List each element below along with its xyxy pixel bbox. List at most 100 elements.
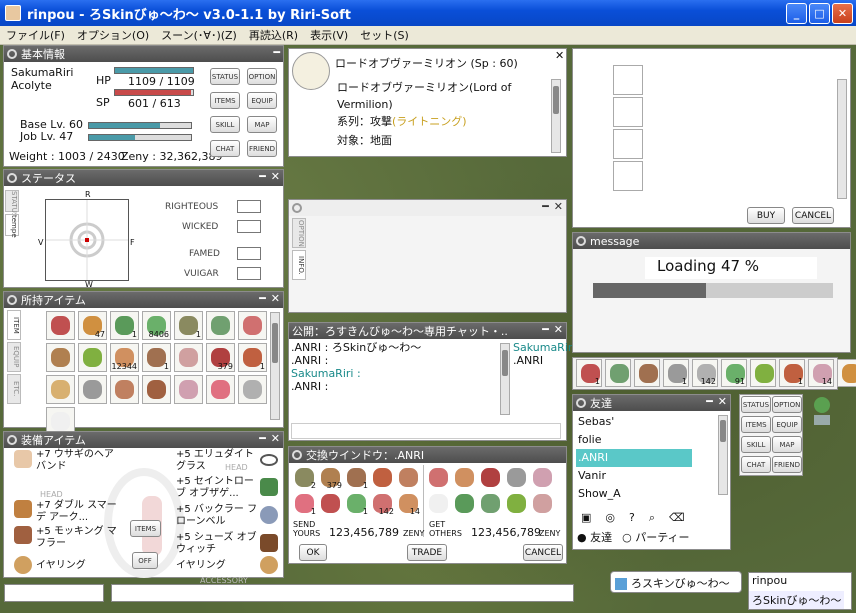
hotkey-slot[interactable] (634, 359, 660, 387)
close-icon[interactable]: ✕ (718, 395, 727, 408)
mini-skill-button[interactable]: SKILL (741, 436, 771, 453)
trade-ok-button[interactable]: OK (299, 544, 327, 561)
trade-slot[interactable] (531, 492, 555, 516)
skill-button[interactable]: SKILL (210, 116, 240, 133)
minimize-icon[interactable]: ━ (542, 200, 549, 213)
search-icon[interactable]: ⌕ (649, 511, 655, 525)
close-icon[interactable]: ✕ (271, 292, 280, 305)
trade-slot[interactable]: 1 (293, 492, 317, 516)
radio-friends[interactable]: ● 友達 (577, 529, 612, 545)
menu-reload[interactable]: 再読込(R) (243, 27, 304, 43)
inventory-slot[interactable]: 1 (174, 311, 203, 340)
friend-item[interactable]: Show_A (576, 485, 716, 503)
whisper-icon[interactable]: ▣ (581, 511, 591, 525)
gear-icon[interactable] (7, 295, 17, 305)
hotkey-slot[interactable]: 1 (663, 359, 689, 387)
friend-item[interactable]: Vanir (576, 467, 716, 485)
shop-slot[interactable] (613, 65, 643, 95)
buy-button[interactable]: BUY (747, 207, 785, 224)
equip-accessory-right[interactable]: イヤリング (176, 560, 226, 572)
delete-icon[interactable]: ⌫ (669, 511, 685, 525)
trade-slot[interactable] (531, 466, 555, 490)
chat-member[interactable]: .ANRI (513, 354, 575, 367)
close-icon[interactable]: ✕ (271, 432, 280, 445)
equipment-header[interactable]: 装備アイテム ━ ✕ (4, 432, 283, 448)
equip-armor[interactable]: +5 セイントローブ オブザゲ... (176, 476, 258, 500)
trade-slot[interactable] (453, 492, 477, 516)
friends-header[interactable]: 友達 ━ ✕ (573, 395, 730, 411)
radio-party[interactable]: ○ パーティー (622, 529, 689, 545)
menu-soon[interactable]: スーン(･∀･)(Z) (155, 27, 243, 43)
equip-weapon[interactable]: +7 ダブル スマーデ アーク... (36, 500, 126, 524)
trade-slot[interactable] (453, 466, 477, 490)
gear-icon[interactable] (7, 49, 17, 59)
minimize-icon[interactable]: ━ (706, 395, 713, 408)
mini-friend-button[interactable]: FRIEND (772, 456, 802, 473)
status-button[interactable]: STATUS (210, 68, 240, 85)
inventory-slot[interactable]: 379 (206, 343, 235, 372)
chat-member[interactable]: SakumaRiri (513, 341, 575, 354)
gear-icon[interactable] (7, 173, 17, 183)
hotkey-slot[interactable] (837, 359, 856, 387)
mini-chat-button[interactable]: CHAT (741, 456, 771, 473)
menu-view[interactable]: 表示(V) (304, 27, 354, 43)
mini-status-button[interactable]: STATUS (741, 396, 771, 413)
inventory-slot[interactable] (174, 343, 203, 372)
chat-scrollbar[interactable] (500, 343, 510, 415)
status-header[interactable]: ステータス ━ ✕ (4, 170, 283, 186)
hotkey-slot[interactable] (750, 359, 776, 387)
mini-items-button[interactable]: ITEMS (741, 416, 771, 433)
hotkey-slot[interactable]: 1 (779, 359, 805, 387)
chat-input-bar[interactable] (111, 584, 574, 602)
inventory-slot[interactable] (46, 311, 75, 340)
trade-slot[interactable] (427, 492, 451, 516)
inventory-slot[interactable]: 1 (110, 311, 139, 340)
mini-map-button[interactable]: MAP (772, 436, 802, 453)
equip-button[interactable]: EQUIP (247, 92, 277, 109)
close-icon[interactable]: ✕ (271, 170, 280, 183)
help-icon[interactable]: ? (629, 511, 635, 525)
inventory-slot[interactable] (78, 343, 107, 372)
inventory-slot[interactable] (238, 311, 267, 340)
gear-icon[interactable] (292, 203, 302, 213)
friend-item[interactable]: folie (576, 431, 716, 449)
trade-slot[interactable] (319, 492, 343, 516)
shop-cancel-button[interactable]: CANCEL (792, 207, 834, 224)
trade-slot[interactable] (505, 466, 529, 490)
menu-option[interactable]: オプション(O) (71, 27, 155, 43)
skill-scrollbar[interactable] (551, 79, 561, 153)
chat-input[interactable] (291, 423, 561, 439)
shop-slot[interactable] (613, 161, 643, 191)
equip-shoes[interactable]: +5 シューズ オブ ウィッチ (176, 532, 258, 556)
mini-equip-button[interactable]: EQUIP (772, 416, 802, 433)
chat-button[interactable]: CHAT (210, 140, 240, 157)
shop-scrollbar[interactable] (837, 79, 847, 199)
friends-scrollbar[interactable] (718, 415, 728, 495)
map-button[interactable]: MAP (247, 116, 277, 133)
hotkey-slot[interactable]: 14 (808, 359, 834, 387)
inventory-slot[interactable] (142, 375, 171, 404)
tab-info[interactable]: INFO. (292, 250, 306, 280)
gear-icon[interactable] (7, 435, 17, 445)
inventory-slot[interactable]: 8406 (142, 311, 171, 340)
mini-option-button[interactable]: OPTION (772, 396, 802, 413)
friend-item[interactable]: Sebas' (576, 413, 716, 431)
info-header[interactable]: ━ ✕ (289, 200, 566, 216)
shop-slot[interactable] (613, 97, 643, 127)
maximize-button[interactable]: □ (809, 3, 830, 24)
trade-slot[interactable]: 1 (345, 492, 369, 516)
inventory-scrollbar[interactable] (270, 312, 280, 420)
tab-etc[interactable]: ETC. (7, 374, 21, 404)
trade-cancel-button[interactable]: CANCEL (523, 544, 563, 561)
equip-shield[interactable]: +5 バックラー フローンベル (176, 504, 258, 528)
inventory-slot[interactable] (206, 375, 235, 404)
close-icon[interactable]: ✕ (554, 323, 563, 336)
friend-item-selected[interactable]: .ANRI (576, 449, 692, 467)
equip-accessory-left[interactable]: イヤリング (36, 560, 86, 572)
equip-head-mid[interactable]: +5 エリュダイト グラス (176, 449, 256, 473)
trade-slot[interactable]: 1 (345, 466, 369, 490)
tab-item[interactable]: ITEM (7, 310, 21, 340)
hotkey-slot[interactable]: 142 (692, 359, 718, 387)
minimize-button[interactable]: _ (786, 3, 807, 24)
gear-icon[interactable] (576, 398, 586, 408)
